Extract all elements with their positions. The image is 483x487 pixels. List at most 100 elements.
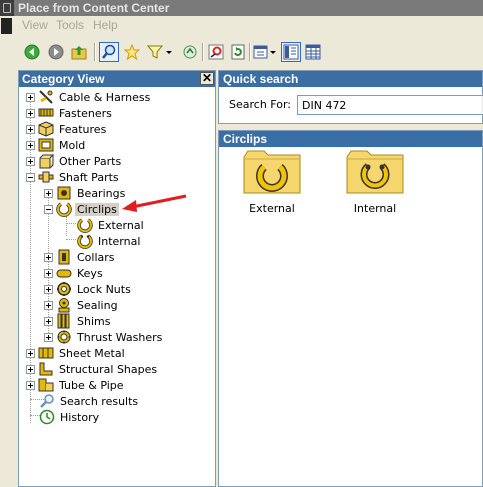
filter-icon[interactable]: [146, 42, 174, 62]
tree-item-structural-shapes[interactable]: Structural Shapes: [26, 361, 159, 377]
tree-item-label: Shims: [77, 314, 111, 328]
menu-view[interactable]: View: [22, 18, 48, 32]
internal-folder-icon: [345, 149, 405, 195]
tree-item-bearings[interactable]: Bearings: [44, 185, 127, 201]
expand-toggle[interactable]: [44, 316, 53, 326]
bearings-icon: [56, 185, 72, 201]
expand-toggle[interactable]: [26, 380, 35, 390]
place-icon[interactable]: [206, 42, 226, 62]
tile-label: Internal: [353, 202, 397, 215]
up-folder-icon[interactable]: [69, 42, 89, 62]
expand-toggle[interactable]: [26, 156, 35, 166]
category-view-panel: Category View ✕ Cable & Harness Fastener…: [18, 70, 216, 487]
collapse-toggle[interactable]: [44, 204, 53, 214]
tree-item-label: Cable & Harness: [59, 90, 151, 104]
quick-search-panel: Quick search Search For:: [218, 70, 483, 124]
view-options-icon[interactable]: [252, 42, 278, 62]
tree-view-icon[interactable]: [281, 42, 301, 62]
expand-toggle[interactable]: [26, 364, 35, 374]
tree-item-other-parts[interactable]: Other Parts: [26, 153, 123, 169]
tile-internal[interactable]: Internal: [335, 149, 415, 215]
search-for-label: Search For:: [229, 98, 291, 111]
tree-item-label: Sealing: [77, 298, 118, 312]
tree-item-label: Shaft Parts: [59, 170, 119, 184]
tree-item-features[interactable]: Features: [26, 121, 108, 137]
tree-item-label: Sheet Metal: [59, 346, 125, 360]
keys-icon: [56, 265, 72, 281]
content-title: Circlips: [223, 132, 268, 146]
expand-toggle[interactable]: [44, 252, 53, 262]
expand-toggle[interactable]: [44, 300, 53, 310]
expand-toggle[interactable]: [44, 268, 53, 278]
fasteners-icon: [38, 105, 54, 121]
collapse-toggle[interactable]: [26, 172, 35, 182]
tree-item-cable-harness[interactable]: Cable & Harness: [26, 89, 152, 105]
tree-item-label: Collars: [77, 250, 115, 264]
tree-item-label: Search results: [60, 394, 139, 408]
tree-item-label: External: [98, 218, 144, 232]
tree-item-history[interactable]: History: [39, 409, 101, 425]
close-icon[interactable]: ✕: [200, 72, 214, 85]
shims-icon: [56, 313, 72, 329]
refresh-icon[interactable]: [180, 42, 200, 62]
features-icon: [38, 121, 54, 137]
tree-item-circlips[interactable]: Circlips: [44, 201, 119, 217]
menu-help[interactable]: Help: [93, 18, 118, 32]
expand-toggle[interactable]: [26, 140, 35, 150]
tree-item-search-results[interactable]: Search results: [39, 393, 140, 409]
favorites-icon[interactable]: [122, 42, 142, 62]
category-view-title: Category View: [22, 72, 105, 86]
expand-toggle[interactable]: [26, 348, 35, 358]
expand-toggle[interactable]: [26, 92, 35, 102]
quick-search-header: Quick search: [219, 71, 482, 87]
internal-circlip-icon: [77, 233, 93, 249]
tree-item-thrust-washers[interactable]: Thrust Washers: [44, 329, 164, 345]
tree-item-mold[interactable]: Mold: [26, 137, 87, 153]
expand-toggle[interactable]: [44, 284, 53, 294]
history-icon: [39, 409, 55, 425]
tree-item-label: Fasteners: [59, 106, 112, 120]
annotation-arrow: [122, 194, 187, 212]
tree-item-shaft-parts[interactable]: Shaft Parts: [26, 169, 121, 185]
search-results-icon: [39, 393, 55, 409]
tree-item-sealing[interactable]: Sealing: [44, 297, 120, 313]
expand-toggle[interactable]: [26, 124, 35, 134]
expand-toggle[interactable]: [44, 332, 53, 342]
tree-item-collars[interactable]: Collars: [44, 249, 117, 265]
menu-tools[interactable]: Tools: [56, 18, 84, 32]
search-input[interactable]: [297, 95, 483, 115]
toolbar-separator: [94, 43, 96, 61]
update-icon[interactable]: [228, 42, 248, 62]
title-bar: Place from Content Center: [0, 0, 483, 16]
tree-item-shims[interactable]: Shims: [44, 313, 112, 329]
circlips-icon: [56, 201, 72, 217]
tree-item-label: Thrust Washers: [77, 330, 163, 344]
other-parts-icon: [38, 153, 54, 169]
expand-toggle[interactable]: [44, 188, 53, 198]
tree-item-tube-pipe[interactable]: Tube & Pipe: [26, 377, 126, 393]
tree-item-lock-nuts[interactable]: Lock Nuts: [44, 281, 133, 297]
tree-item-sheet-metal[interactable]: Sheet Metal: [26, 345, 127, 361]
back-icon[interactable]: [22, 42, 42, 62]
expand-toggle[interactable]: [26, 108, 35, 118]
search-icon[interactable]: [99, 42, 119, 62]
lock-nuts-icon: [56, 281, 72, 297]
forward-icon[interactable]: [46, 42, 66, 62]
content-area: Quick search Search For: Circlips Extern…: [218, 70, 483, 487]
category-view-header: Category View ✕: [19, 71, 215, 87]
tree-item-internal[interactable]: Internal: [77, 233, 142, 249]
tree-item-label: Structural Shapes: [59, 362, 158, 376]
menu-bar: View Tools Help: [14, 16, 483, 34]
tree-item-label: Circlips: [75, 202, 119, 216]
tile-external[interactable]: External: [232, 149, 312, 215]
tree-item-keys[interactable]: Keys: [44, 265, 105, 281]
structural-shapes-icon: [38, 361, 54, 377]
tree-item-label: Lock Nuts: [77, 282, 131, 296]
tile-label: External: [249, 202, 295, 215]
tree-item-fasteners[interactable]: Fasteners: [26, 105, 114, 121]
table-view-icon[interactable]: [303, 42, 323, 62]
toolbar: [0, 38, 483, 66]
tree-item-label: Tube & Pipe: [59, 378, 124, 392]
mold-icon: [38, 137, 54, 153]
tree-item-label: Internal: [98, 234, 141, 248]
